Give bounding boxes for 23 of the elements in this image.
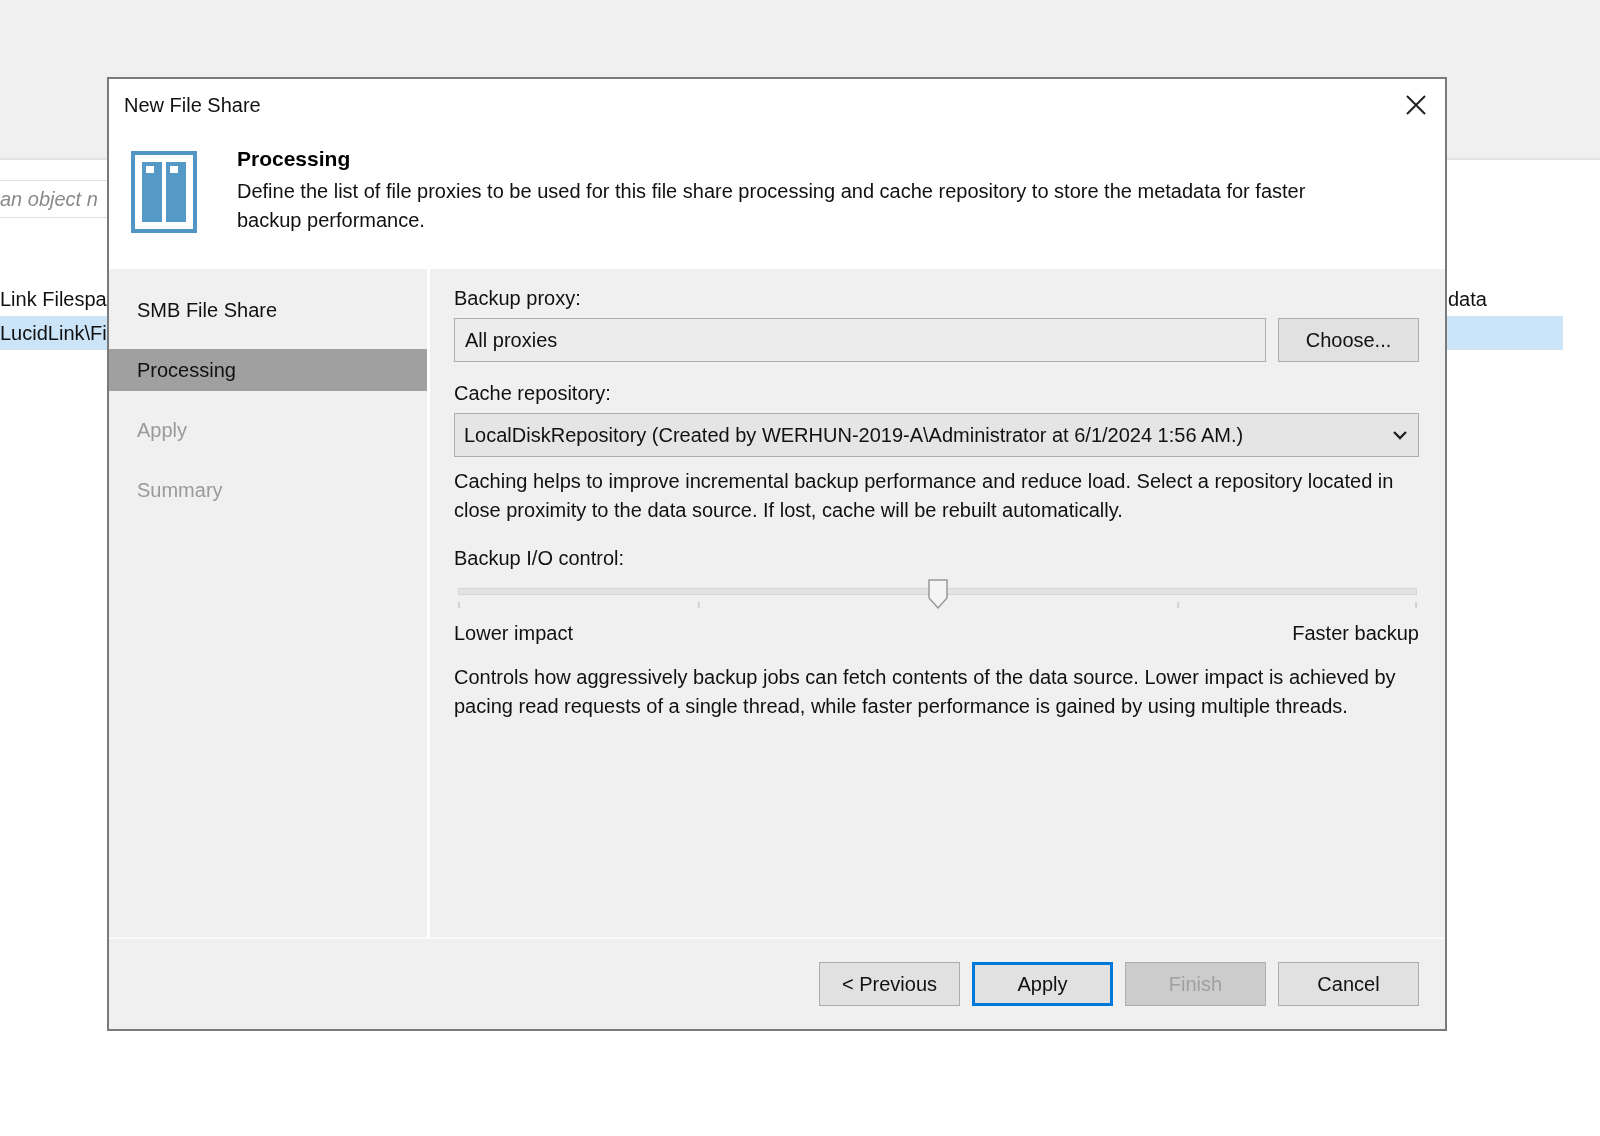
io-description: Controls how aggressively backup jobs can fetch contents of the data source. Lower impact is achieved by pacing read requests of a single thread, while faster performance is gained by using multiple threads.	[454, 665, 1397, 719]
field-label: Backup proxy:	[454, 287, 582, 310]
slider-thumb[interactable]	[926, 578, 949, 610]
window-title: New File Share	[124, 93, 261, 117]
wizard-step[interactable]: Processing	[109, 349, 427, 391]
field-label: Backup I/O control:	[454, 547, 626, 570]
proxy-field[interactable]: All proxies	[454, 318, 1266, 362]
slider-max-label: Faster backup	[1292, 622, 1419, 645]
page-description: Define the list of file proxies to be used for this file share processing and cache repository to store the metadata for faster backup performance.	[237, 179, 1307, 233]
wizard-button[interactable]: < Previous	[819, 962, 960, 1006]
repository-dropdown[interactable]: LocalDiskRepository (Created by WERHUN-2019-A\Administrator at 6/1/2024 1:56 AM.)	[454, 413, 1419, 457]
choose-button[interactable]: Choose...	[1278, 318, 1419, 362]
chevron-down-icon	[1392, 430, 1408, 440]
wizard-button[interactable]: Apply	[972, 962, 1113, 1006]
repository-hint: Caching helps to improve incremental backup performance and reduce load. Select a repository located in close proximity to the data source. If lost, cache will be rebuilt automatically.	[454, 469, 1395, 523]
list-cell: LucidLink\Fi	[0, 321, 107, 345]
wizard-step[interactable]: SMB File Share	[109, 289, 427, 331]
field-label: Cache repository:	[454, 382, 612, 405]
close-icon	[1405, 94, 1427, 116]
wizard-button[interactable]: Cancel	[1278, 962, 1419, 1006]
file-share-icon	[131, 151, 197, 233]
page-title: Processing	[237, 147, 352, 171]
slider-min-label: Lower impact	[454, 622, 573, 645]
